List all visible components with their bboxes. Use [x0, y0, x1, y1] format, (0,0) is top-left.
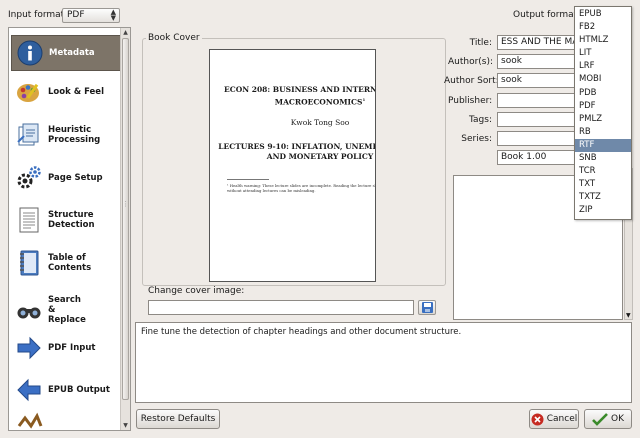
cancel-button[interactable]: Cancel — [529, 409, 579, 429]
combo-arrows-icon: ▲ ▼ — [110, 8, 116, 22]
input-format-value: PDF — [67, 10, 85, 20]
output-format-option[interactable]: RB — [575, 126, 631, 139]
output-format-option-selected[interactable]: RTF — [575, 138, 631, 153]
output-format-option[interactable]: PDB — [575, 87, 631, 100]
cancel-label: Cancel — [546, 414, 578, 424]
sidebar-item-label: Look & Feel — [48, 87, 104, 97]
sidebar-item-label: Structure Detection — [48, 210, 95, 230]
footnote-rule — [227, 179, 269, 180]
ok-label: OK — [611, 414, 624, 424]
sidebar-item-label: Page Setup — [48, 173, 103, 183]
change-cover-label: Change cover image: — [148, 286, 245, 296]
help-description: Fine tune the detection of chapter headi… — [135, 322, 632, 403]
sidebar-scroll-thumb[interactable] — [122, 38, 129, 400]
output-format-option[interactable]: ZIP — [575, 204, 631, 217]
heuristic-icon — [15, 121, 43, 149]
sidebar-item-label: Table of Contents — [48, 253, 92, 273]
sidebar-item-label: Heuristic Processing — [48, 125, 101, 145]
publisher-label: Publisher: — [448, 96, 493, 106]
publisher-input[interactable] — [497, 93, 575, 108]
sidebar-item-pdf-input[interactable]: PDF Input — [11, 330, 122, 366]
restore-defaults-button[interactable]: Restore Defaults — [136, 409, 220, 429]
gears-icon — [15, 164, 43, 192]
arrow-left-icon — [15, 376, 43, 404]
cover-path-input[interactable] — [148, 300, 414, 315]
scroll-down-icon[interactable]: ▼ — [122, 422, 129, 429]
scroll-up-icon[interactable]: ▲ — [122, 29, 129, 36]
authors-label: Author(s): — [448, 57, 494, 67]
sidebar-item-epub-output[interactable]: EPUB Output — [11, 372, 122, 408]
output-format-option[interactable]: LRF — [575, 60, 631, 73]
cover-subtitle: LECTURES 9-10: INFLATION, UNEMPLOYMENT A… — [218, 142, 375, 161]
output-format-option[interactable]: PDF — [575, 100, 631, 113]
cover-footnote: ¹ Health warning: These lecture slides a… — [227, 183, 376, 193]
series-input[interactable] — [497, 131, 575, 146]
info-icon — [16, 39, 44, 67]
splitter-handle[interactable]: ⋮ — [122, 200, 129, 210]
sidebar-item-page-setup[interactable]: Page Setup — [11, 160, 122, 196]
scroll-down-icon[interactable]: ▼ — [626, 312, 631, 319]
output-format-option[interactable]: TCR — [575, 165, 631, 178]
authors-input[interactable]: sook — [497, 54, 575, 69]
tags-input[interactable] — [497, 112, 575, 127]
restore-defaults-label: Restore Defaults — [140, 414, 216, 424]
output-format-option[interactable]: EPUB — [575, 8, 631, 21]
title-input[interactable]: ESS AND THE MACROECONOMICS — [497, 35, 575, 50]
sidebar: Metadata Look & Feel Heuristic Processin… — [8, 27, 131, 431]
series-index-spinner[interactable]: Book 1.00 — [497, 150, 575, 165]
book-cover-label: Book Cover — [146, 33, 202, 43]
input-format-label: Input format: — [8, 10, 68, 20]
sidebar-scrollbar[interactable]: ▲ ▼ — [120, 28, 130, 430]
tags-label: Tags: — [469, 115, 492, 125]
cancel-icon — [531, 413, 544, 425]
output-format-option[interactable]: PMLZ — [575, 113, 631, 126]
partial-sidebar-icon — [15, 412, 45, 430]
sidebar-item-search-replace[interactable]: Search & Replace — [11, 288, 122, 332]
ok-button[interactable]: OK — [584, 409, 632, 429]
notebook-icon — [15, 249, 43, 277]
sidebar-item-label: Metadata — [49, 48, 95, 58]
sidebar-item-label: PDF Input — [48, 343, 96, 353]
output-format-option[interactable]: MOBI — [575, 73, 631, 86]
binoculars-icon — [15, 296, 43, 324]
output-format-dropdown[interactable]: EPUB FB2 HTMLZ LIT LRF MOBI PDB PDF PMLZ… — [574, 6, 632, 220]
sidebar-item-look-feel[interactable]: Look & Feel — [11, 74, 122, 110]
author-sort-input[interactable]: sook — [497, 73, 575, 88]
sidebar-item-table-of-contents[interactable]: Table of Contents — [11, 245, 122, 281]
output-format-option[interactable]: FB2 — [575, 21, 631, 34]
document-lines-icon — [15, 206, 43, 234]
sidebar-item-label: EPUB Output — [48, 385, 110, 395]
input-format-select[interactable]: PDF ▲ ▼ — [62, 8, 120, 23]
book-cover-image: ECON 208: BUSINESS AND INTERNATIONAL MAC… — [209, 49, 376, 282]
arrow-right-icon — [15, 334, 43, 362]
title-label: Title: — [469, 38, 492, 48]
cover-author: Kwok Tong Soo — [290, 118, 350, 127]
sidebar-item-label: Search & Replace — [48, 295, 86, 325]
series-label: Series: — [461, 134, 492, 144]
sidebar-item-structure-detection[interactable]: Structure Detection — [11, 202, 122, 238]
output-format-option[interactable]: TXTZ — [575, 191, 631, 204]
output-format-option[interactable]: LIT — [575, 47, 631, 60]
output-format-option[interactable]: TXT — [575, 178, 631, 191]
floppy-icon — [422, 302, 433, 313]
sidebar-item-heuristic-processing[interactable]: Heuristic Processing — [11, 117, 122, 153]
browse-cover-button[interactable] — [418, 300, 436, 315]
output-format-option[interactable]: SNB — [575, 152, 631, 165]
output-format-label: Output format: — [513, 10, 581, 20]
palette-icon — [15, 78, 43, 106]
checkmark-icon — [592, 412, 608, 426]
author-sort-label: Author Sort: — [444, 76, 499, 86]
sidebar-item-metadata[interactable]: Metadata — [11, 35, 122, 71]
output-format-option[interactable]: HTMLZ — [575, 34, 631, 47]
cover-title: ECON 208: BUSINESS AND INTERNATIONAL MAC… — [224, 85, 376, 107]
